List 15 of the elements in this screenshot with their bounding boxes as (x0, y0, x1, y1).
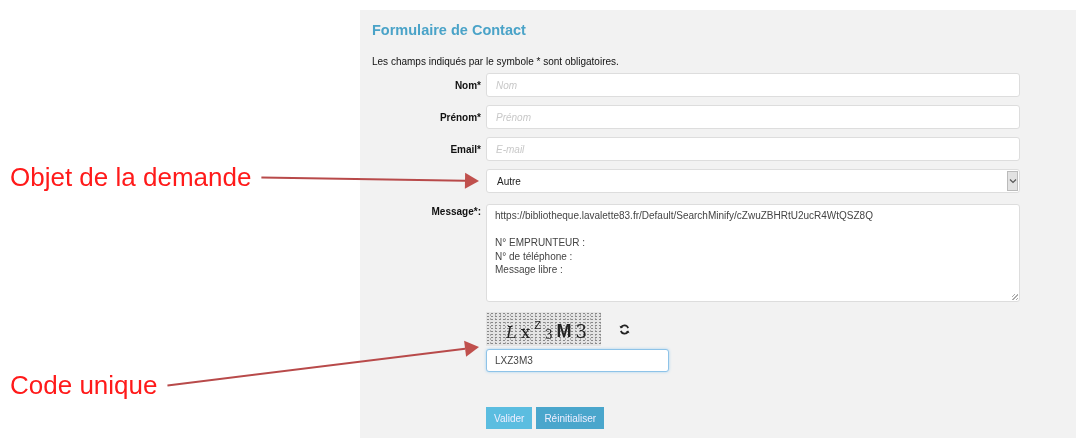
resize-handle-icon[interactable] (1012, 294, 1018, 300)
message-field[interactable]: https://bibliotheque.lavalette83.fr/Default/SearchMinify/cZwuZBHRtU2ucR4WtQSZ8Q N° EMPRUNTEUR : N° de téléphone : Message libre : (486, 204, 1020, 302)
required-fields-note: Les champs indiqués par le symbole * sont obligatoires. (372, 56, 620, 67)
refresh-icon[interactable] (619, 323, 630, 335)
field-label: Email* (449, 143, 481, 155)
form-title: Formulaire de Contact (372, 22, 527, 40)
field-label: Message*: (430, 206, 481, 217)
annotation-label: Objet de la demande (10, 162, 252, 193)
field-label: Prénom* (438, 111, 481, 123)
captcha-image: L x Z 3 M 3 (486, 312, 601, 346)
caret-icon[interactable] (1007, 171, 1018, 191)
field-label: Nom* (453, 79, 481, 91)
dropdown[interactable]: Autre (486, 169, 1020, 193)
captcha-code-field[interactable]: LXZ3M3 (486, 349, 669, 372)
annotation-label: Code unique (10, 370, 158, 401)
